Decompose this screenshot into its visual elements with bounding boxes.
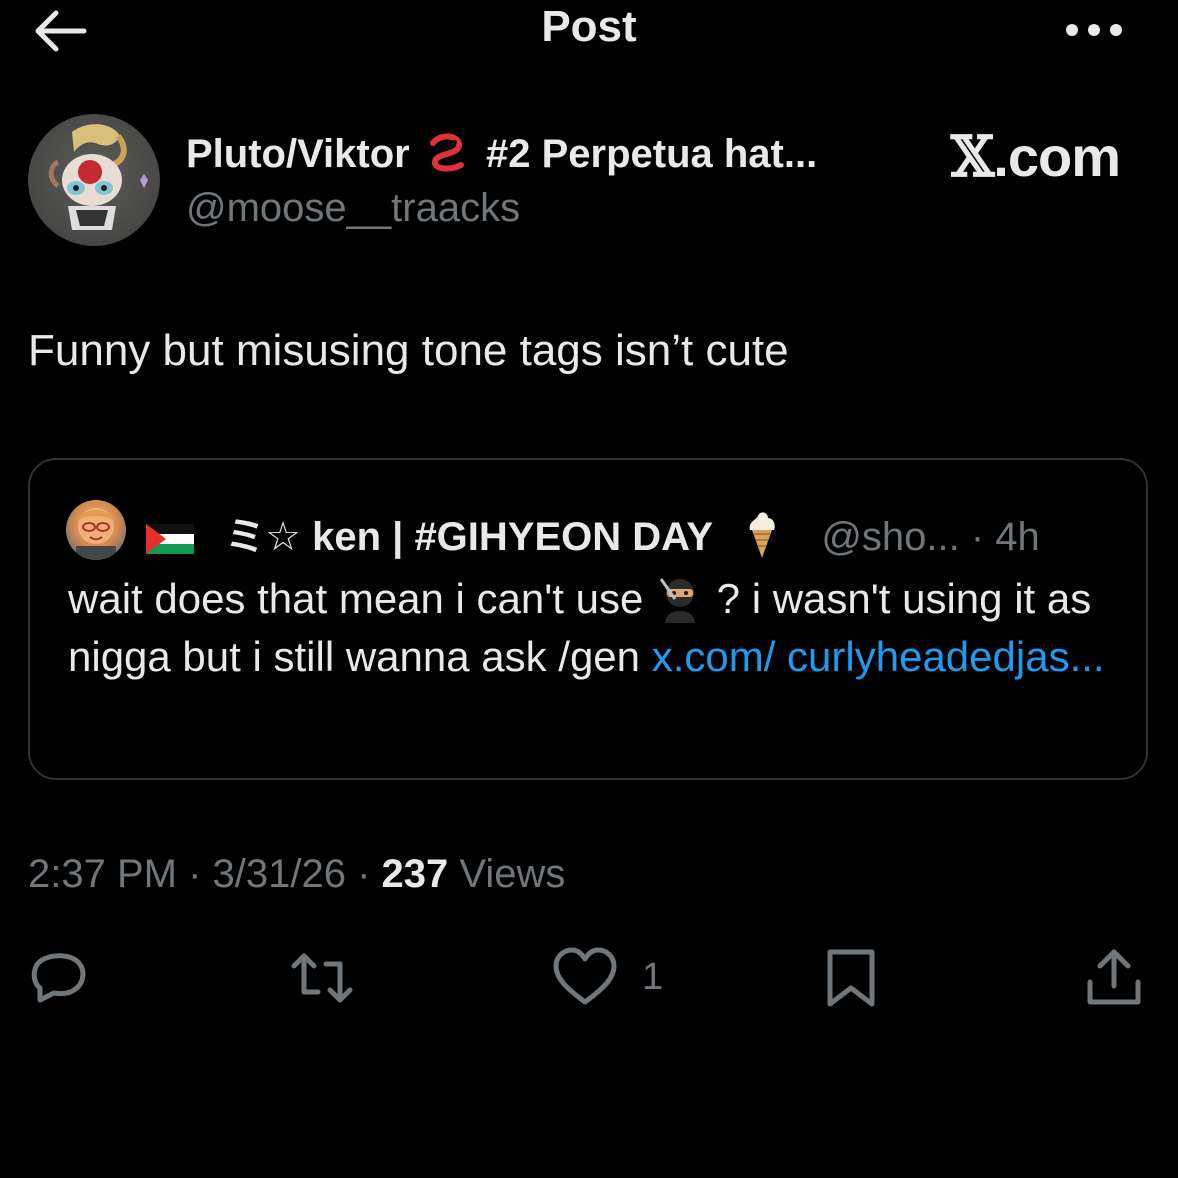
like-count: 1 [642,956,664,998]
author-name-suffix: #2 Perpetua hat... [485,132,818,176]
share-button[interactable] [1084,946,1144,1016]
share-icon [1087,949,1141,1005]
page-title: Post [541,2,637,51]
post-author: Pluto/Viktor #2 Perpetua hat... @moose__… [28,114,1148,254]
ice-cream-icon [749,512,775,558]
author-avatar[interactable] [28,114,160,246]
repost-button[interactable] [288,946,356,1016]
like-button[interactable] [552,946,618,1016]
meta-separator: · [176,852,213,896]
post-text: Funny but misusing tone tags isn’t cute [28,326,789,375]
quoted-avatar-art [76,508,116,560]
more-horizontal-icon [1066,24,1122,36]
x-com-label: .com [993,125,1121,188]
meta-separator: · [345,852,382,896]
quoted-author-avatar[interactable] [66,500,126,560]
quoted-text: wait does that mean i can't use ? i wasn… [68,570,1128,686]
x-logo-icon: 𝕏 [950,124,994,190]
author-avatar-art [48,124,148,230]
author-handle[interactable]: @moose__traacks [186,186,520,231]
x-com-badge: 𝕏.com [950,124,1121,190]
quoted-handle-time: @sho... · 4h [821,515,1040,559]
heart-icon [553,947,617,1005]
quoted-link[interactable]: x.com/ curlyheadedjas... [652,633,1105,680]
views-count: 237 [381,852,449,896]
repost-icon [291,953,353,1003]
author-name[interactable]: Pluto/Viktor #2 Perpetua hat... [186,132,817,177]
more-options-button[interactable] [1062,18,1126,42]
action-bar: 1 [0,946,1178,1016]
quoted-post[interactable]: ミ☆ ken | #GIHYEON DAY @sho... · 4h wait … [28,458,1148,780]
bookmark-icon [827,949,875,1007]
post-date: 3/31/26 [212,852,346,896]
bookmark-button[interactable] [824,946,878,1016]
post-meta: 2:37 PM · 3/31/26 · 237 Views [28,852,565,897]
worm-emoji-icon [425,132,469,177]
reply-button[interactable] [26,946,90,1016]
views-label: Views [448,852,566,896]
quoted-text-part1: wait does that mean i can't use [68,575,656,622]
palestine-flag-icon [146,524,194,554]
top-bar: Post [0,0,1178,64]
quoted-header: ミ☆ ken | #GIHYEON DAY @sho... · 4h [146,504,1040,562]
post-time: 2:37 PM [28,852,177,896]
ninja-emoji-icon [659,578,696,623]
author-display-name: Pluto/Viktor [186,132,410,176]
quoted-author-name[interactable]: ミ☆ ken | #GIHYEON DAY [225,515,713,559]
reply-icon [31,953,86,1003]
